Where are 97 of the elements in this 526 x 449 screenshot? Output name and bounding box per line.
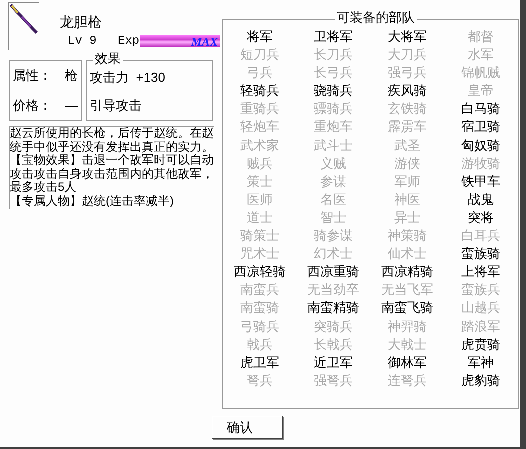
unit-name: 重炮车: [314, 118, 354, 136]
unit-name: 咒术士: [240, 245, 280, 264]
unit-name: 骠骑兵: [314, 100, 354, 118]
property-value: 枪: [65, 67, 78, 85]
unit-name: 都督: [468, 28, 494, 46]
unit-name: 戟兵: [246, 336, 273, 354]
unit-name: 铁甲车: [462, 172, 501, 191]
unit-name: 突骑兵: [314, 318, 354, 336]
unit-name: 大刀兵: [388, 46, 427, 64]
unit-name: 突将: [468, 208, 494, 227]
unit-name: 西凉精骑: [381, 263, 434, 282]
unit-name: 御林军: [388, 354, 427, 372]
unit-name: 虎豹骑: [462, 372, 501, 390]
unit-name: 轻炮车: [240, 118, 280, 136]
unit-name: 游牧骑: [462, 154, 501, 173]
unit-name: 神医: [394, 190, 420, 209]
unit-name: 策士: [246, 172, 273, 191]
unit-name: 弩兵: [246, 372, 273, 390]
unit-name: 游侠: [394, 154, 420, 173]
unit-name: 西凉重骑: [308, 263, 360, 282]
effect-text: 攻击力 +130: [90, 68, 167, 86]
unit-name: 武术家: [240, 136, 280, 155]
unit-name: 南蛮骑: [240, 299, 280, 318]
unit-name: 南蛮兵: [240, 281, 280, 300]
unit-name: 大戟士: [388, 336, 427, 354]
property-value: —: [65, 96, 78, 114]
unit-name: 神羿骑: [388, 318, 427, 336]
unit-name: 匈奴骑: [462, 136, 501, 155]
unit-name: 骑参谋: [314, 227, 354, 246]
unit-name: 强弩兵: [314, 372, 354, 390]
property-label: 属性：: [13, 67, 52, 85]
unit-name: 白耳兵: [462, 227, 501, 246]
unit-name: 将军: [246, 28, 273, 46]
unit-name: 近卫军: [314, 354, 354, 372]
unit-name: 长刀兵: [314, 46, 354, 64]
unit-name: 大将军: [388, 28, 427, 46]
unit-name: 蛮族骑: [462, 245, 501, 264]
unit-name: 卫将军: [314, 28, 354, 46]
spear-icon: [9, 3, 39, 35]
unit-name: 皇帝: [468, 82, 494, 100]
description-text: 赵云所使用的长枪，后传于赵统。在赵统手中似乎还没有发挥出真正的实力。: [10, 127, 214, 154]
unit-name: 宿卫骑: [462, 118, 501, 136]
unit-name: 短刀兵: [240, 46, 280, 64]
unit-name: 上将军: [462, 263, 501, 282]
unit-name: 长弓兵: [314, 64, 354, 82]
unit-name: 异士: [394, 208, 420, 227]
unit-name: 弓骑兵: [240, 318, 280, 336]
unit-name: 南蛮精骑: [308, 299, 360, 318]
group-title: 效果: [93, 52, 123, 66]
unit-name: 军师: [394, 172, 420, 191]
unit-name: 智士: [320, 208, 347, 227]
description-text: 【专属人物】赵统(连击率减半): [10, 194, 175, 209]
level-label: Lv 9: [68, 33, 98, 50]
property-label: 价格：: [13, 96, 52, 114]
unit-name: 贼兵: [246, 154, 273, 173]
unit-name: 军神: [468, 354, 494, 372]
unit-name: 武斗士: [314, 136, 354, 155]
confirm-button[interactable]: 确认: [212, 416, 283, 439]
unit-name: 山越兵: [462, 299, 501, 318]
unit-name: 长戟兵: [314, 336, 354, 354]
unit-name: 仙术士: [388, 245, 427, 264]
unit-name: 虎卫军: [240, 354, 280, 372]
unit-name: 医师: [246, 190, 273, 209]
unit-name: 蛮族兵: [462, 281, 501, 300]
unit-name: 弓兵: [246, 64, 273, 82]
description-text: 【宝物效果】击退一个敌军时可以自动攻击攻击自身攻击范围内的其他敌军，最多攻击5人: [10, 154, 214, 195]
exp-value: MAX: [191, 34, 218, 51]
unit-name: 道士: [246, 208, 273, 227]
unit-name: 锦帆贼: [462, 64, 501, 82]
unit-name: 西凉轻骑: [234, 263, 286, 282]
unit-name: 无当飞军: [381, 281, 434, 300]
unit-name: 轻骑兵: [240, 82, 280, 100]
unit-name: 强弓兵: [388, 64, 427, 82]
unit-name: 骁骑兵: [314, 82, 354, 100]
unit-name: 骑策士: [240, 227, 280, 246]
unit-name: 踏浪军: [462, 318, 501, 336]
unit-name: 疾风骑: [388, 82, 427, 100]
unit-name: 玄铁骑: [388, 100, 427, 118]
group-title: 可装备的部队: [335, 10, 417, 25]
unit-name: 虎贲骑: [462, 336, 501, 354]
unit-name: 义贼: [320, 154, 347, 173]
unit-name: 白马骑: [462, 100, 501, 118]
unit-name: 南蛮飞骑: [381, 299, 434, 318]
unit-name: 霹雳车: [388, 118, 427, 136]
unit-name: 战鬼: [468, 190, 494, 209]
exp-label: Exp: [118, 33, 140, 50]
effect-text: 引导攻击: [90, 97, 143, 115]
unit-name: 参谋: [320, 172, 347, 191]
unit-name: 重骑兵: [240, 100, 280, 118]
unit-name: 无当劲卒: [308, 281, 360, 300]
unit-name: 神策骑: [388, 227, 427, 246]
item-name: 龙胆枪: [60, 15, 103, 29]
unit-name: 幻术士: [314, 245, 354, 264]
unit-name: 名医: [320, 190, 347, 209]
unit-name: 水军: [468, 46, 494, 64]
unit-name: 武圣: [394, 136, 420, 155]
unit-name: 连弩兵: [388, 372, 427, 390]
